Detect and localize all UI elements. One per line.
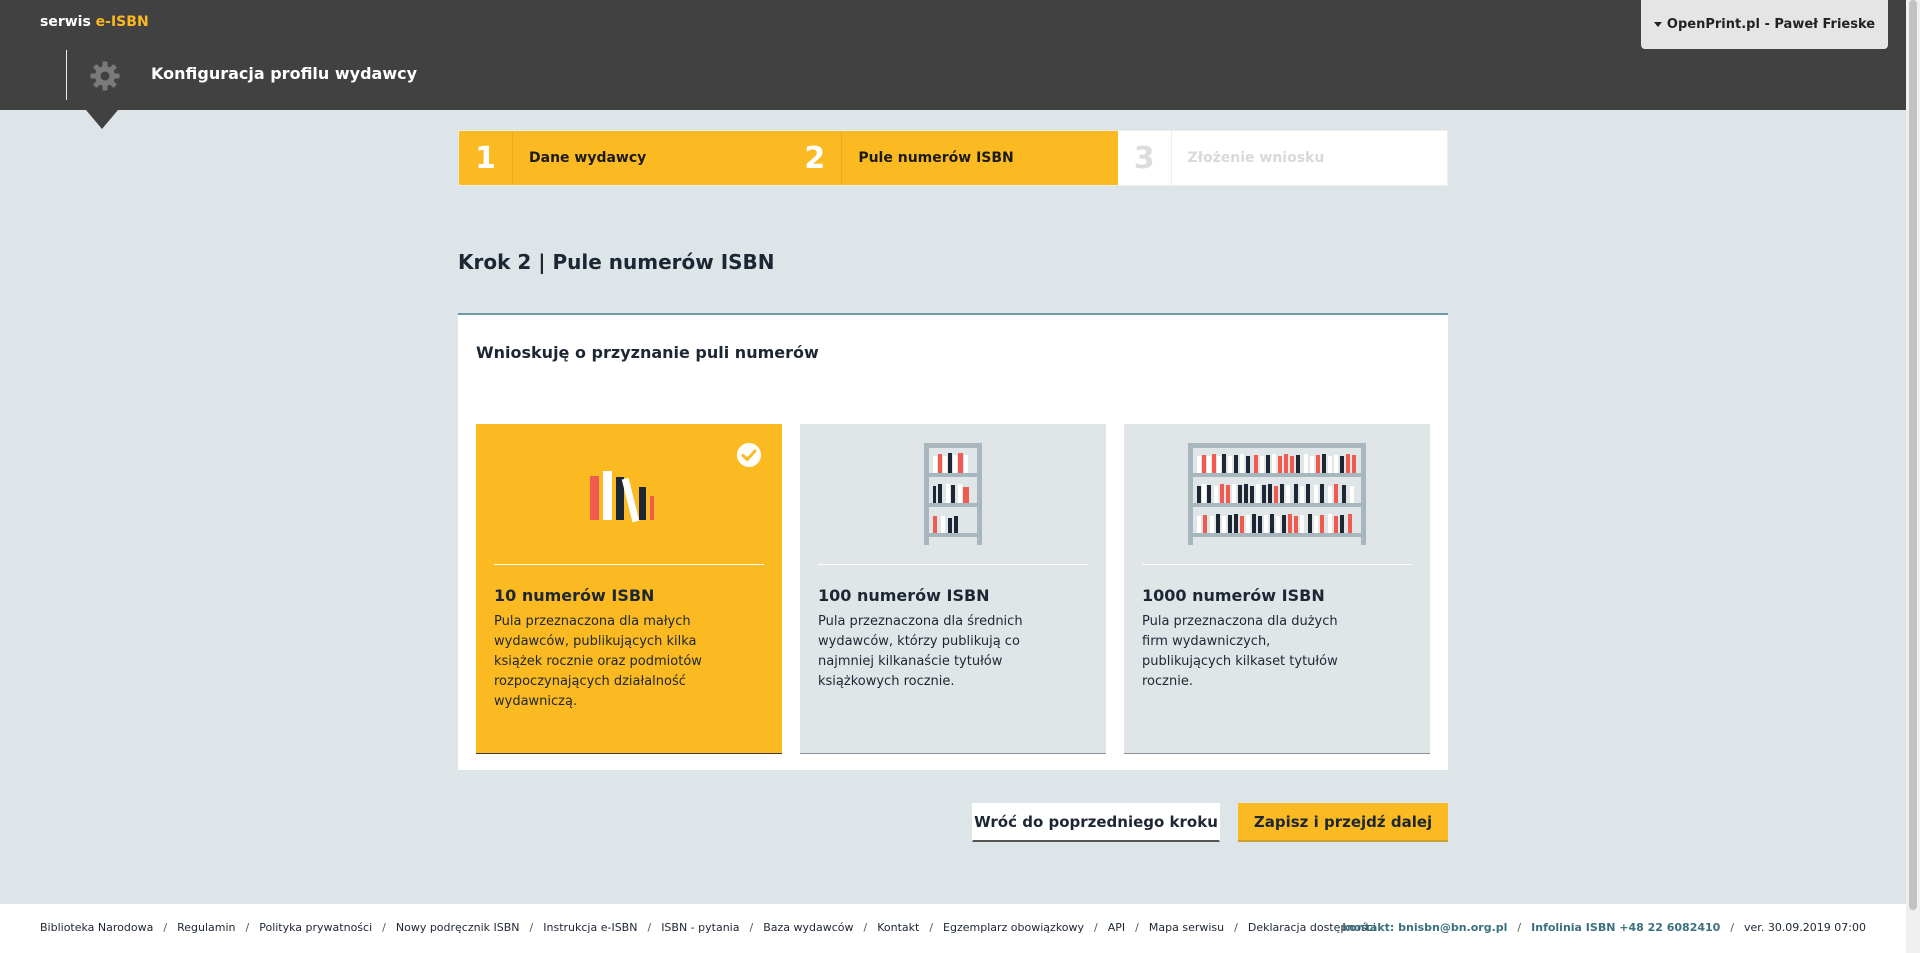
step-pule-numerow[interactable]: 2 Pule numerów ISBN bbox=[788, 131, 1118, 185]
option-card-10[interactable]: 10 numerów ISBN Pula przeznaczona dla ma… bbox=[476, 424, 782, 754]
footer-link[interactable]: Mapa serwisu bbox=[1149, 921, 1224, 934]
footer-link[interactable]: Regulamin bbox=[177, 921, 235, 934]
option-title: 1000 numerów ISBN bbox=[1142, 586, 1325, 605]
user-menu-dropdown[interactable]: OpenPrint.pl - Paweł Frieske bbox=[1641, 0, 1888, 49]
footer-links: Biblioteka Narodowa / Regulamin / Polityka… bbox=[40, 921, 1376, 934]
footer-link[interactable]: Biblioteka Narodowa bbox=[40, 921, 153, 934]
footer: Biblioteka Narodowa / Regulamin / Polityka… bbox=[0, 904, 1906, 953]
step-heading: Krok 2 | Pule numerów ISBN bbox=[458, 250, 775, 274]
brand-accent: e-ISBN bbox=[95, 14, 149, 30]
footer-separator: / bbox=[245, 921, 250, 934]
infolinia-phone[interactable]: Infolinia ISBN +48 22 6082410 bbox=[1531, 921, 1720, 934]
panel-title: Wnioskuję o przyznanie puli numerów bbox=[476, 343, 819, 362]
step-number: 1 bbox=[459, 131, 513, 185]
header-divider bbox=[66, 50, 67, 100]
caret-down-icon bbox=[1653, 22, 1662, 27]
card-divider bbox=[818, 564, 1088, 565]
option-card-100[interactable]: 100 numerów ISBN Pula przeznaczona dla ś… bbox=[800, 424, 1106, 754]
books-row-icon bbox=[590, 471, 654, 523]
step-label: Pule numerów ISBN bbox=[858, 150, 1014, 166]
step-label: Dane wydawcy bbox=[529, 150, 647, 166]
save-next-button[interactable]: Zapisz i przejdź dalej bbox=[1238, 803, 1448, 842]
card-divider bbox=[1142, 564, 1412, 565]
footer-separator: / bbox=[1234, 921, 1238, 934]
footer-separator: / bbox=[749, 921, 754, 934]
header-pointer bbox=[86, 110, 118, 129]
card-divider bbox=[494, 564, 764, 565]
back-button[interactable]: Wróć do poprzedniego kroku bbox=[972, 803, 1220, 842]
large-bookshelf-icon bbox=[1188, 443, 1366, 545]
footer-separator: / bbox=[529, 921, 534, 934]
step-number: 3 bbox=[1118, 131, 1172, 185]
footer-link[interactable]: Nowy podręcznik ISBN bbox=[396, 921, 520, 934]
footer-link[interactable]: Instrukcja e-ISBN bbox=[543, 921, 637, 934]
top-header: serwis e-ISBN Konfiguracja profilu wydaw… bbox=[0, 0, 1906, 110]
option-card-1000[interactable]: 1000 numerów ISBN Pula przeznaczona dla … bbox=[1124, 424, 1430, 754]
brand-logo[interactable]: serwis e-ISBN bbox=[40, 14, 149, 30]
version-text: ver. 30.09.2019 07:00 bbox=[1744, 921, 1866, 934]
footer-link[interactable]: API bbox=[1108, 921, 1125, 934]
step-zlozenie-wniosku: 3 Złożenie wniosku bbox=[1117, 131, 1447, 185]
option-description: Pula przeznaczona dla dużych firm wydawn… bbox=[1142, 614, 1338, 689]
small-bookshelf-icon bbox=[924, 443, 982, 545]
wizard-stepper: 1 Dane wydawcy 2 Pule numerów ISBN 3 Zło… bbox=[458, 130, 1448, 186]
footer-separator: / bbox=[1094, 921, 1098, 934]
footer-link[interactable]: Polityka prywatności bbox=[259, 921, 372, 934]
footer-link[interactable]: Egzemplarz obowiązkowy bbox=[943, 921, 1084, 934]
step-dane-wydawcy[interactable]: 1 Dane wydawcy bbox=[459, 131, 789, 185]
option-description: Pula przeznaczona dla małych wydawców, p… bbox=[494, 614, 702, 709]
footer-link[interactable]: Baza wydawców bbox=[763, 921, 853, 934]
footer-separator: / bbox=[647, 921, 652, 934]
footer-link[interactable]: Kontakt bbox=[877, 921, 919, 934]
scrollbar-thumb[interactable] bbox=[1909, 0, 1917, 910]
option-title: 10 numerów ISBN bbox=[494, 586, 655, 605]
option-title: 100 numerów ISBN bbox=[818, 586, 990, 605]
footer-separator: / bbox=[1135, 921, 1139, 934]
page-title: Konfiguracja profilu wydawcy bbox=[151, 64, 418, 83]
brand-prefix: serwis bbox=[40, 14, 96, 30]
footer-separator: / bbox=[863, 921, 868, 934]
footer-separator: / bbox=[1517, 921, 1522, 934]
footer-separator: / bbox=[929, 921, 934, 934]
gear-icon bbox=[90, 61, 120, 91]
user-menu-label: OpenPrint.pl - Paweł Frieske bbox=[1666, 17, 1876, 32]
pool-selection-panel: Wnioskuję o przyznanie puli numerów 10 n… bbox=[458, 313, 1448, 770]
footer-contact: kontakt: bnisbn@bn.org.pl / Infolinia ISB… bbox=[1342, 921, 1866, 934]
footer-link[interactable]: ISBN - pytania bbox=[661, 921, 739, 934]
step-number: 2 bbox=[788, 131, 843, 185]
step-label: Złożenie wniosku bbox=[1187, 150, 1325, 166]
footer-separator: / bbox=[382, 921, 386, 934]
option-description: Pula przeznaczona dla średnich wydawców,… bbox=[818, 614, 1023, 689]
footer-separator: / bbox=[1730, 921, 1735, 934]
footer-separator: / bbox=[163, 921, 168, 934]
contact-email[interactable]: kontakt: bnisbn@bn.org.pl bbox=[1342, 921, 1507, 934]
